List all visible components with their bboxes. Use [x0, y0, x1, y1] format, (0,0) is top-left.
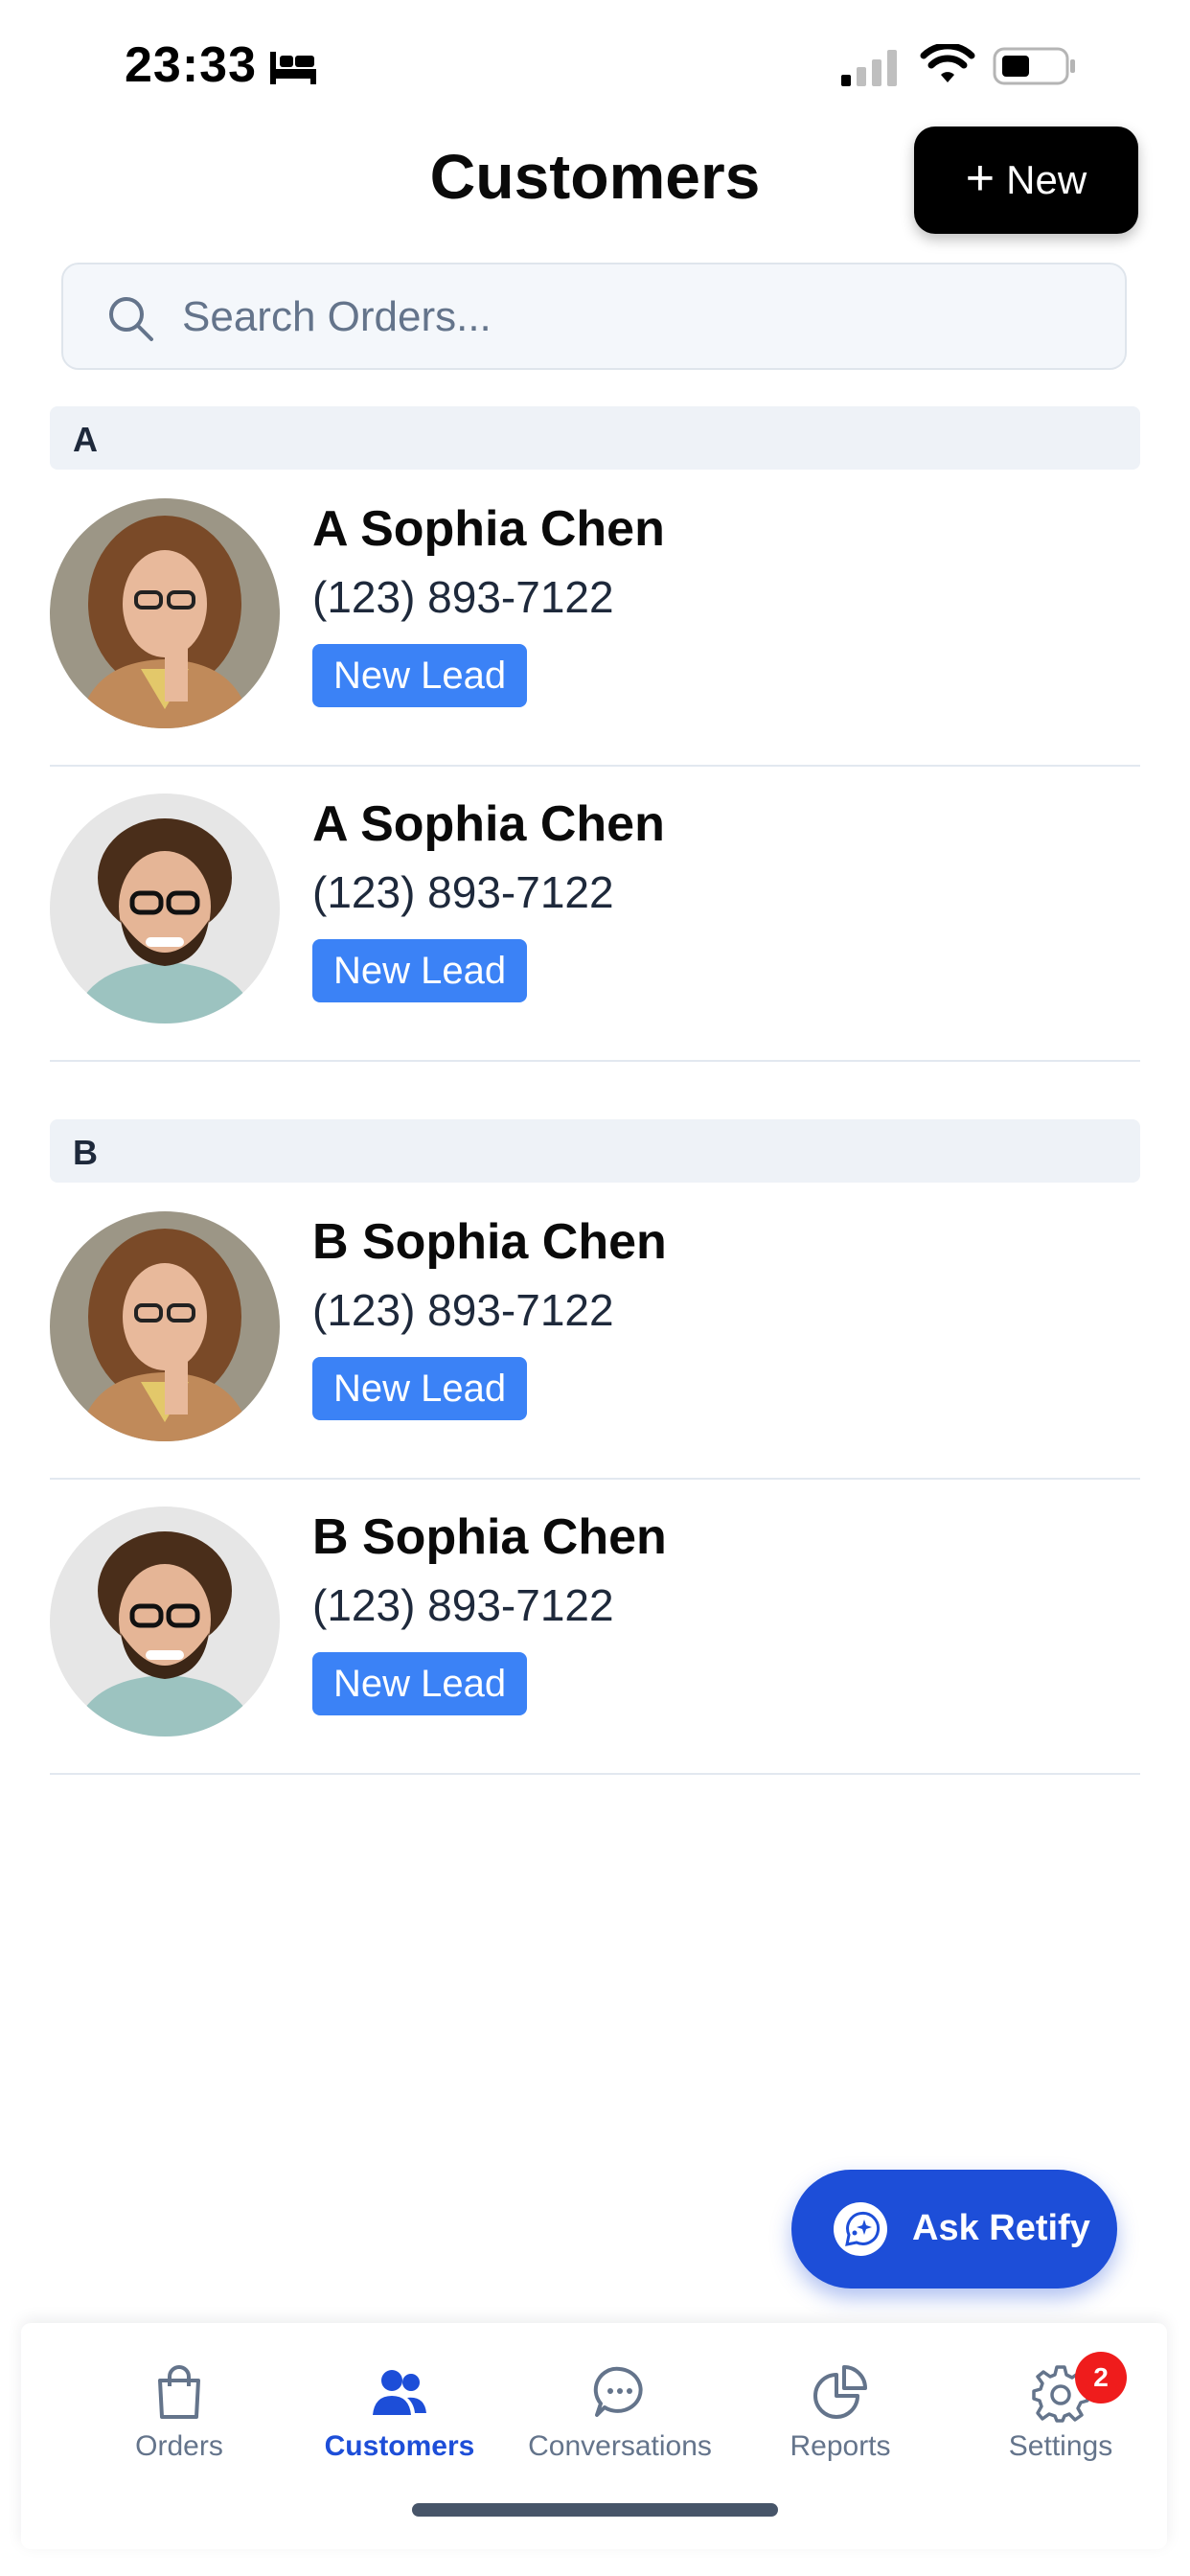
avatar: [50, 498, 280, 728]
status-badge: New Lead: [312, 1652, 528, 1715]
avatar: [50, 1211, 280, 1441]
tab-reports[interactable]: Reports: [730, 2361, 950, 2496]
battery-icon: [993, 47, 1075, 85]
customer-phone: (123) 893-7122: [312, 1285, 614, 1335]
section-letter: A: [73, 420, 98, 459]
customer-phone: (123) 893-7122: [312, 867, 614, 917]
new-button-label: New: [1006, 157, 1087, 202]
bag-icon: [158, 2365, 200, 2419]
customer-row[interactable]: A Sophia Chen (123) 893-7122 New Lead: [50, 472, 1140, 767]
status-badge: New Lead: [312, 1357, 528, 1420]
status-badge: New Lead: [312, 644, 528, 707]
ai-chat-icon: [834, 2202, 887, 2256]
search-icon: [109, 297, 153, 341]
status-time: 23:33: [125, 37, 257, 93]
signal-icon: [841, 50, 897, 86]
notification-badge: 2: [1075, 2352, 1127, 2404]
wifi-icon: [920, 44, 975, 82]
bed-icon: [270, 52, 316, 84]
customer-phone: (123) 893-7122: [312, 572, 614, 622]
search-input[interactable]: [180, 264, 1104, 370]
new-customer-button[interactable]: + New: [914, 126, 1138, 234]
tab-orders[interactable]: Orders: [69, 2361, 289, 2496]
customer-name: A Sophia Chen: [312, 501, 665, 557]
pie-chart-icon: [813, 2365, 867, 2419]
tab-settings[interactable]: Settings 2: [950, 2352, 1171, 2496]
section-header-a: A: [50, 406, 1140, 470]
search-box[interactable]: [61, 263, 1127, 370]
tab-label: Orders: [135, 2430, 223, 2462]
tab-label: Customers: [324, 2430, 475, 2462]
tab-label: Settings: [1008, 2430, 1113, 2462]
ask-retify-button[interactable]: Ask Retify: [791, 2170, 1117, 2288]
plus-icon: +: [965, 150, 995, 206]
chat-icon: [593, 2366, 643, 2417]
tab-conversations[interactable]: Conversations: [510, 2361, 730, 2496]
avatar: [50, 794, 280, 1024]
status-bar: 23:33: [0, 0, 1190, 125]
customer-row[interactable]: B Sophia Chen (123) 893-7122 New Lead: [50, 1480, 1140, 1775]
customer-row[interactable]: B Sophia Chen (123) 893-7122 New Lead: [50, 1184, 1140, 1480]
status-badge: New Lead: [312, 939, 528, 1002]
tab-label: Reports: [790, 2430, 891, 2462]
ask-retify-label: Ask Retify: [912, 2208, 1090, 2248]
customer-name: B Sophia Chen: [312, 1214, 667, 1270]
customer-name: B Sophia Chen: [312, 1509, 667, 1565]
section-header-b: B: [50, 1119, 1140, 1183]
avatar: [50, 1506, 280, 1736]
customer-name: A Sophia Chen: [312, 796, 665, 852]
users-icon: [373, 2370, 426, 2415]
customer-phone: (123) 893-7122: [312, 1580, 614, 1630]
tab-label: Conversations: [528, 2430, 712, 2462]
tab-customers[interactable]: Customers: [289, 2361, 510, 2496]
customer-row[interactable]: A Sophia Chen (123) 893-7122 New Lead: [50, 767, 1140, 1062]
home-indicator: [412, 2503, 778, 2517]
section-letter: B: [73, 1133, 98, 1172]
